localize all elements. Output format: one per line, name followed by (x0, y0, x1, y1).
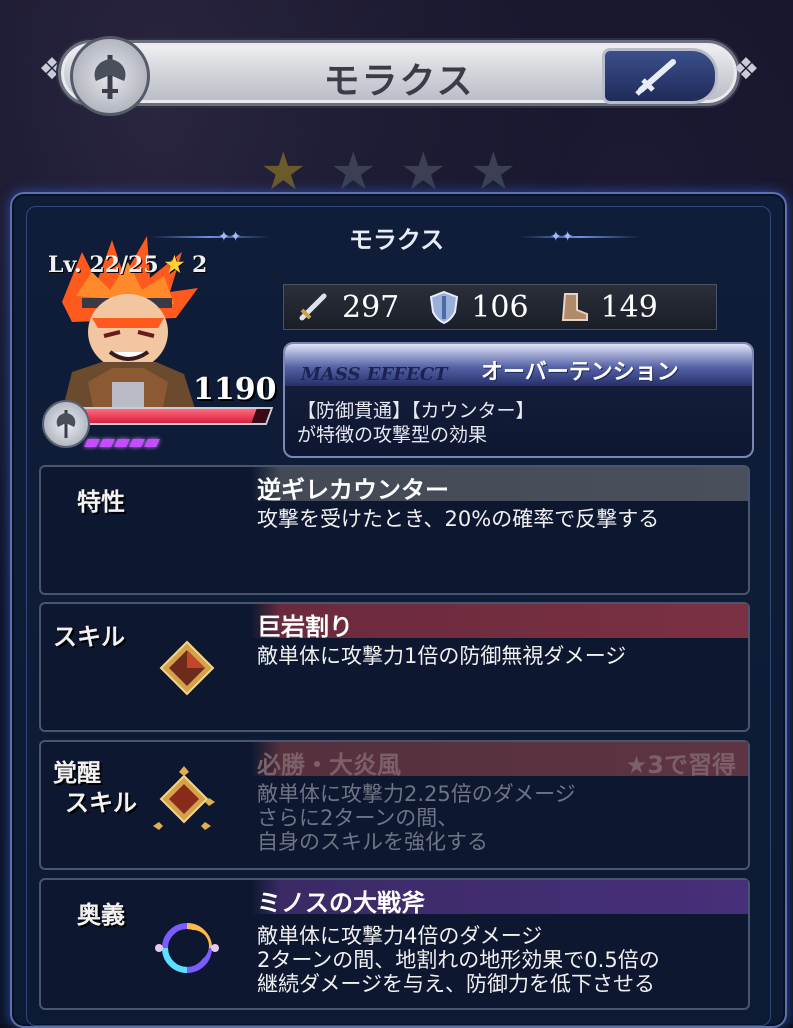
moon-orb-icon (151, 916, 223, 984)
awaken-skill-label: 覚醒 スキル (53, 759, 137, 817)
awaken-skill-description: 敵単体に攻撃力2.25倍のダメージ さらに2ターンの間、 自身のスキルを強化する (257, 782, 576, 854)
hp-bar-fill (63, 409, 257, 423)
gem-icon (159, 640, 215, 700)
stat-defense: 106 (429, 290, 529, 325)
awaken-skill-title: 必勝・大炎風 (257, 751, 401, 779)
header-bar: ❖ モラクス ❖ (39, 30, 759, 116)
awaken-skill-box[interactable]: 覚醒 スキル 必勝・大炎風 ★3で習得 敵単体に攻撃力2.25倍のダメージ さら… (39, 740, 750, 870)
axe-icon[interactable] (70, 36, 150, 116)
skill-description: 敵単体に攻撃力1倍の防御無視ダメージ (257, 644, 627, 668)
stat-attack: 297 (296, 290, 399, 325)
trait-description: 攻撃を受けたとき、20%の確率で反撃する (257, 507, 660, 531)
rarity-count: 2 (192, 252, 208, 278)
mass-effect-name: オーバーテンション (481, 360, 679, 385)
mass-effect-description: 【防御貫通】【カウンター】 が特徴の攻撃型の効果 (297, 400, 535, 446)
star-icon: ★ (330, 142, 377, 202)
skill-box[interactable]: スキル 巨岩割り 敵単体に攻撃力1倍の防御無視ダメージ (39, 602, 750, 732)
stats-bar: 297 106 149 (283, 284, 717, 330)
ultimate-title: ミノスの大戦斧 (257, 889, 425, 917)
mass-effect-card[interactable]: MASS EFFECT オーバーテンション 【防御貫通】【カウンター】 が特徴の… (283, 342, 754, 458)
ultimate-label: 奥義 (77, 901, 125, 929)
star-icon: ★ (260, 142, 307, 202)
skill-title: 巨岩割り (257, 613, 353, 641)
ultimate-description: 敵単体に攻撃力4倍のダメージ 2ターンの間、地割れの地形効果で0.5倍の 継続ダ… (257, 924, 660, 996)
boot-icon (561, 293, 588, 321)
star-icon: ★ (164, 252, 185, 278)
hp-value: 1190 (193, 372, 277, 407)
mass-effect-tag: MASS EFFECT (301, 364, 448, 385)
trait-title: 逆ギレカウンター (257, 476, 449, 504)
ultimate-box[interactable]: 奥義 ミノスの大戦斧 敵単体に攻撃力4倍のダメージ 2ターンの間、地割れの地形効… (39, 878, 750, 1010)
rarity-stars-decor: ★ ★ ★ ★ (260, 142, 550, 202)
sword-icon (299, 293, 327, 321)
ornament-right-icon: ❖ (732, 52, 760, 87)
axe-icon (42, 400, 90, 448)
sword-icon (635, 59, 676, 96)
star-icon: ★ (470, 142, 517, 202)
trait-label: 特性 (77, 488, 125, 516)
trait-box[interactable]: 特性 逆ギレカウンター 攻撃を受けたとき、20%の確率で反撃する (39, 465, 750, 595)
star-icon: ★ (400, 142, 447, 202)
learn-requirement: ★3で習得 (625, 751, 736, 779)
stat-speed: 149 (559, 290, 658, 325)
gem-icon (149, 764, 219, 838)
skill-label: スキル (53, 623, 125, 651)
energy-pips (84, 432, 161, 451)
shield-icon (430, 290, 459, 324)
sword-button[interactable] (602, 48, 718, 104)
character-level: Lv. 22/25 ★ 2 (48, 252, 208, 278)
hp-bar (60, 407, 274, 425)
